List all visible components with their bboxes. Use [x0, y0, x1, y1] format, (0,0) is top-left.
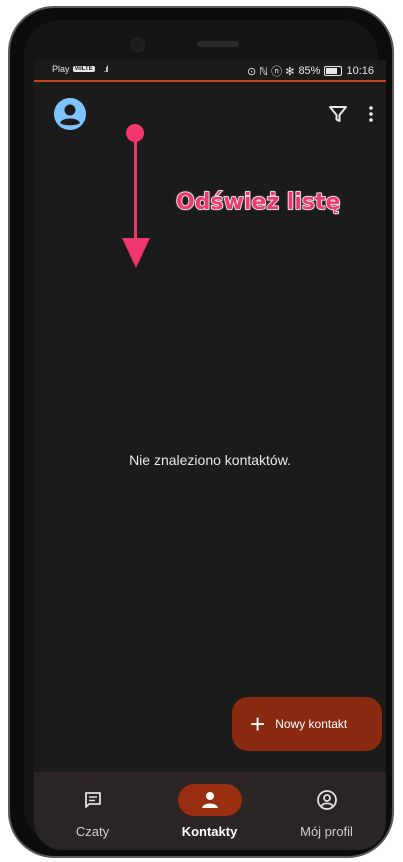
swipe-hint-arrowhead — [122, 238, 150, 268]
nav-label-contacts: Kontakty — [181, 824, 238, 839]
earpiece — [197, 41, 239, 47]
bottom-navigation: Czaty Kontakty Mój profil — [34, 772, 386, 850]
top-app-bar — [34, 82, 386, 138]
carrier-name: Play — [52, 64, 70, 74]
status-icons: ⊙ ℕ ⓝ ✻ — [247, 66, 295, 78]
nav-label-profile: Mój profil — [300, 824, 353, 839]
nav-label-chats: Czaty — [75, 824, 110, 839]
account-circle-icon[interactable] — [54, 98, 86, 130]
refresh-hint-label: Odśwież listę — [175, 189, 341, 216]
more-vert-icon[interactable] — [366, 104, 376, 124]
battery-icon — [324, 66, 343, 76]
battery-percent: 85% — [298, 65, 321, 77]
new-contact-label: Nowy kontakt — [275, 717, 348, 731]
profile-icon — [316, 790, 337, 810]
swipe-hint-arrow — [134, 140, 137, 238]
status-left: Play VoLTE .ıl — [52, 64, 109, 74]
front-camera — [131, 38, 145, 52]
empty-state-message: Nie znaleziono kontaktów. — [129, 452, 291, 468]
volte-badge: VoLTE — [72, 66, 95, 72]
person-icon — [201, 792, 218, 808]
nav-item-contacts[interactable]: Kontakty — [151, 772, 268, 850]
person-icon-wrap — [177, 784, 242, 816]
clock: 10:16 — [346, 65, 374, 77]
profile-icon-wrap — [295, 784, 359, 816]
chat-icon — [84, 792, 101, 808]
signal-icon: .ıl — [103, 64, 109, 74]
nav-item-chats[interactable]: Czaty — [34, 772, 151, 850]
status-right: ⊙ ℕ ⓝ ✻ 85% 10:16 — [247, 63, 374, 79]
filter-icon[interactable] — [328, 104, 348, 124]
new-contact-button[interactable]: + Nowy kontakt — [232, 697, 382, 751]
nav-item-profile[interactable]: Mój profil — [268, 772, 385, 850]
status-bar: Play VoLTE .ıl ⊙ ℕ ⓝ ✻ 85% 10:16 — [34, 60, 386, 80]
app-screen: Play VoLTE .ıl ⊙ ℕ ⓝ ✻ 85% 10:16 Odśwież… — [34, 60, 386, 850]
plus-icon: + — [250, 709, 266, 739]
chat-icon-wrap — [61, 784, 125, 816]
